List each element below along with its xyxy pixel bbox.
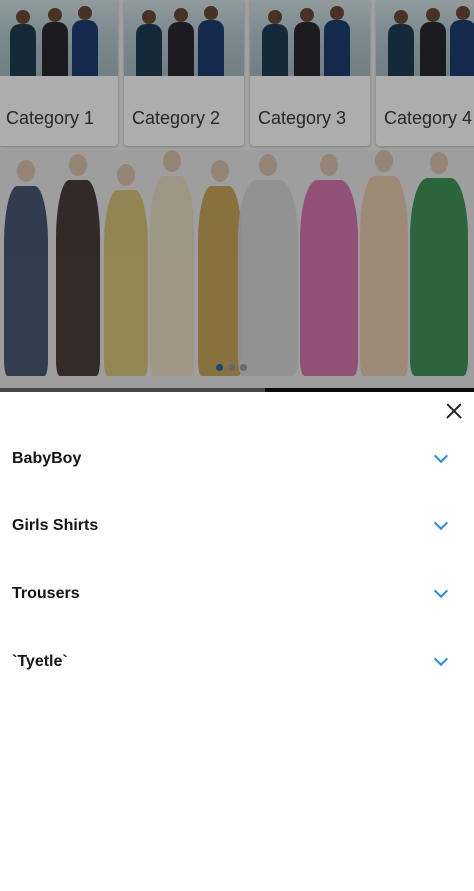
chevron-down-icon[interactable] xyxy=(432,652,450,670)
chevron-down-icon[interactable] xyxy=(432,584,450,602)
accordion-label: BabyBoy xyxy=(12,450,82,467)
accordion-item-trousers[interactable]: Trousers xyxy=(0,573,474,617)
accordion-label: Trousers xyxy=(12,585,80,602)
accordion-item-tyetle[interactable]: `Tyetle` xyxy=(0,641,474,685)
background-page: Category 1 Category 2 Category 3 Categor… xyxy=(0,0,474,400)
accordion-item-girls-shirts[interactable]: Girls Shirts xyxy=(0,505,474,549)
accordion-label: Girls Shirts xyxy=(12,517,99,534)
chevron-down-icon[interactable] xyxy=(432,449,450,467)
accordion-label: `Tyetle` xyxy=(12,653,68,670)
close-icon[interactable] xyxy=(440,398,468,424)
chevron-down-icon[interactable] xyxy=(432,516,450,534)
accordion-item-babyboy[interactable]: BabyBoy xyxy=(0,438,474,482)
modal-overlay[interactable] xyxy=(0,0,474,400)
